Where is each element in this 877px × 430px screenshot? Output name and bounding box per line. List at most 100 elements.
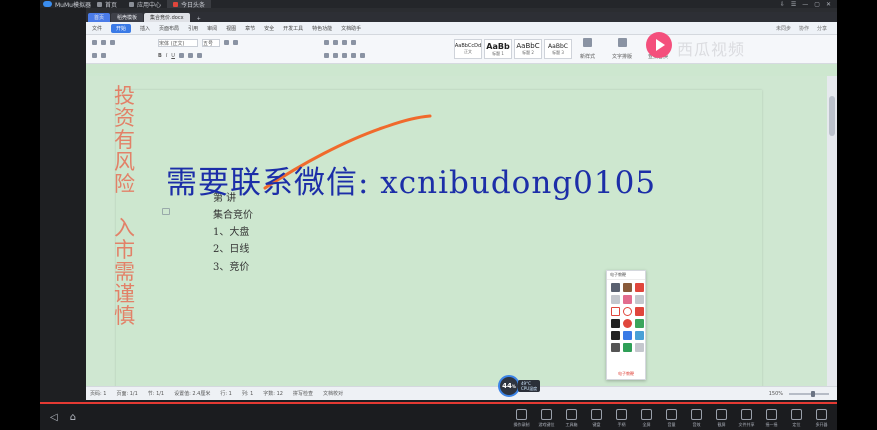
zoom-handle[interactable] xyxy=(811,390,815,397)
screen-icon[interactable] xyxy=(623,343,632,352)
toolbar-toolbox-button[interactable]: 工具箱 xyxy=(562,409,581,428)
wps-tab-home[interactable]: 首页 xyxy=(88,13,111,22)
status-proofread[interactable]: 文档校对 xyxy=(323,390,343,397)
rectangle-icon[interactable] xyxy=(611,307,620,316)
underline-icon[interactable]: U xyxy=(171,53,175,59)
toolbar-gamepad-button[interactable]: 游戏键位 xyxy=(537,409,556,428)
save-icon[interactable] xyxy=(611,343,620,352)
emulator-tab-toutiao[interactable]: 今日头条 xyxy=(167,0,212,9)
toolbar-sound-button[interactable]: 音效 xyxy=(687,409,706,428)
style-normal[interactable]: AaBbCcDd 正文 xyxy=(454,39,482,59)
cpu-monitor[interactable]: 44% 49°C CPU温度 xyxy=(498,375,541,397)
align-center-icon[interactable] xyxy=(333,53,338,58)
minimize-button[interactable]: — xyxy=(802,1,808,8)
green-color-icon[interactable] xyxy=(635,319,644,328)
fill-rect-icon[interactable] xyxy=(635,307,644,316)
toolbar-location-button[interactable]: 定位 xyxy=(787,409,806,428)
grow-font-icon[interactable] xyxy=(224,40,229,45)
arrow-icon[interactable] xyxy=(635,283,644,292)
new-tab-button[interactable]: + xyxy=(191,16,207,22)
format-painter-icon[interactable] xyxy=(92,53,97,58)
toolbar-share-button[interactable]: 文件共享 xyxy=(737,409,756,428)
toolbar-fullscreen-button[interactable]: 全屏 xyxy=(637,409,656,428)
scroll-thumb[interactable] xyxy=(829,96,835,136)
back-icon[interactable]: ◁ xyxy=(50,412,58,423)
emulator-tab-appcenter[interactable]: 应用中心 xyxy=(123,0,167,9)
paste-icon[interactable] xyxy=(92,40,97,45)
cut-icon[interactable] xyxy=(101,40,106,45)
line-spacing-icon[interactable] xyxy=(360,53,365,58)
bullets-icon[interactable] xyxy=(324,40,329,45)
align-right-icon[interactable] xyxy=(342,53,347,58)
menu-security[interactable]: 安全 xyxy=(264,25,274,32)
menu-chapter[interactable]: 章节 xyxy=(245,25,255,32)
menu-review[interactable]: 审阅 xyxy=(207,25,217,32)
red-color-icon[interactable] xyxy=(623,319,632,328)
document-canvas[interactable] xyxy=(86,76,837,390)
italic-icon[interactable]: I xyxy=(166,53,167,59)
style-heading-2[interactable]: AaBbC 标题 2 xyxy=(514,39,542,59)
menu-view[interactable]: 视图 xyxy=(226,25,236,32)
toolbar-volume-button[interactable]: 音量 xyxy=(662,409,681,428)
wps-tab-document[interactable]: 集合竞价.docx xyxy=(144,13,190,22)
menu-features[interactable]: 特色功能 xyxy=(312,25,332,32)
style-heading-3[interactable]: AaBbC 标题 3 xyxy=(544,39,572,59)
toolbar-screenshot-button[interactable]: 截屏 xyxy=(712,409,731,428)
copy-icon[interactable] xyxy=(110,40,115,45)
highlight-icon[interactable] xyxy=(187,53,193,58)
wps-tab-templates[interactable]: 稻壳模板 xyxy=(111,13,144,22)
menu-icon[interactable]: ☰ xyxy=(791,1,796,8)
line-icon[interactable] xyxy=(611,295,620,304)
menu-reference[interactable]: 引用 xyxy=(188,25,198,32)
brush-icon[interactable] xyxy=(101,53,106,58)
vertical-scrollbar[interactable] xyxy=(827,76,837,386)
maximize-button[interactable]: ▢ xyxy=(814,1,820,8)
ellipse-icon[interactable] xyxy=(623,307,632,316)
download-icon[interactable]: ⇩ xyxy=(780,1,785,8)
sort-icon[interactable] xyxy=(351,40,356,45)
warning-char: 入 xyxy=(114,216,135,240)
status-spellcheck[interactable]: 拼写检查 xyxy=(293,390,313,397)
undo-icon[interactable] xyxy=(635,343,644,352)
black-color-icon[interactable] xyxy=(611,319,620,328)
justify-icon[interactable] xyxy=(351,53,356,58)
style-heading-1[interactable]: AaBb 标题 1 xyxy=(484,39,512,59)
menu-insert[interactable]: 插入 xyxy=(140,25,150,32)
slash-icon[interactable] xyxy=(635,295,644,304)
indent-icon[interactable] xyxy=(342,40,347,45)
sync-status[interactable]: 未同步 xyxy=(776,25,791,32)
menu-layout[interactable]: 页面布局 xyxy=(159,25,179,32)
menu-developer[interactable]: 开发工具 xyxy=(283,25,303,32)
bold-icon[interactable]: B xyxy=(158,53,162,59)
numbering-icon[interactable] xyxy=(333,40,338,45)
emulator-tab-home[interactable]: 首页 xyxy=(91,0,123,9)
toolbar-multi-button[interactable]: 多开器 xyxy=(812,409,831,428)
toolbar-record-button[interactable]: 操作录制 xyxy=(512,409,531,428)
zoom-icon[interactable] xyxy=(635,331,644,340)
marker-pen-icon[interactable] xyxy=(623,283,632,292)
font-size-select[interactable]: 五号 xyxy=(202,38,220,47)
blue-color-icon[interactable] xyxy=(623,331,632,340)
new-style-button[interactable]: 新样式 xyxy=(580,38,595,60)
toolbar-controller-button[interactable]: 手柄 xyxy=(612,409,631,428)
home-nav-icon[interactable]: ⌂ xyxy=(70,412,76,423)
menu-home[interactable]: 开始 xyxy=(111,23,132,33)
share-button[interactable]: 分享 xyxy=(817,25,827,32)
toolbar-keyboard-button[interactable]: 键盘 xyxy=(587,409,606,428)
close-button[interactable]: ✕ xyxy=(826,1,831,8)
toolbar-shake-button[interactable]: 摇一摇 xyxy=(762,409,781,428)
pen-icon[interactable] xyxy=(611,283,620,292)
menu-file[interactable]: 文件 xyxy=(92,25,102,32)
curve-icon[interactable] xyxy=(623,295,632,304)
collab-button[interactable]: 协作 xyxy=(799,25,809,32)
clear-format-icon[interactable] xyxy=(196,53,202,58)
shrink-font-icon[interactable] xyxy=(233,40,238,45)
eraser-icon[interactable] xyxy=(611,331,620,340)
menu-assistant[interactable]: 文档助手 xyxy=(341,25,361,32)
align-left-icon[interactable] xyxy=(324,53,329,58)
font-name-select[interactable]: 宋体 (正文) xyxy=(158,38,198,47)
zoom-slider[interactable] xyxy=(789,390,829,397)
paragraph-marker-icon xyxy=(162,208,170,215)
font-color-icon[interactable] xyxy=(178,53,184,58)
text-layout-button[interactable]: 文字排版 xyxy=(612,38,632,60)
